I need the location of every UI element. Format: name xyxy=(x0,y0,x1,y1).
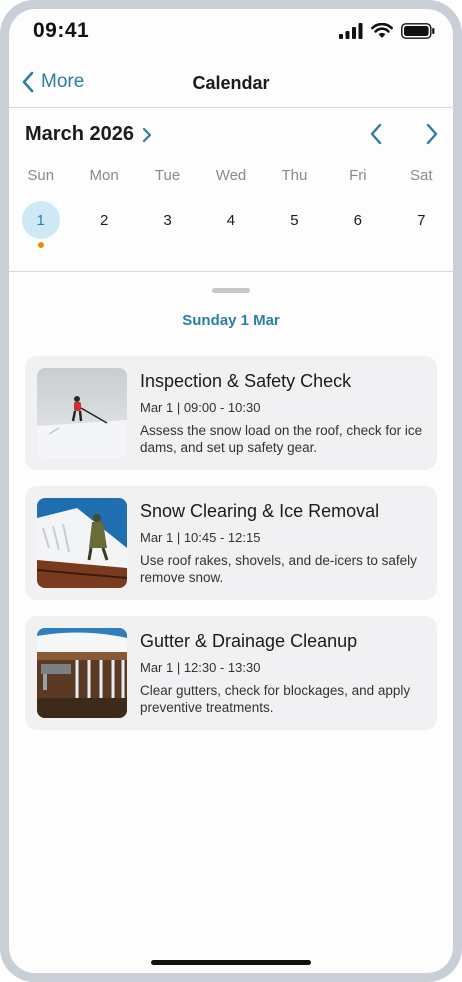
chevron-left-icon xyxy=(370,123,382,145)
cellular-signal-icon xyxy=(339,23,363,39)
date-button[interactable]: 6 xyxy=(339,201,377,239)
battery-icon xyxy=(401,23,435,39)
screen: 09:41 More Calendar March 2026 Sun Mon T… xyxy=(9,9,453,973)
calendar-divider xyxy=(9,271,453,272)
day-cell: 5 xyxy=(263,201,326,248)
event-card[interactable]: Snow Clearing & Ice Removal Mar 1 | 10:4… xyxy=(25,486,437,600)
device-frame: 09:41 More Calendar March 2026 Sun Mon T… xyxy=(0,0,462,982)
next-week-button[interactable] xyxy=(425,123,439,150)
day-cell: 6 xyxy=(326,201,389,248)
status-icons xyxy=(339,23,435,39)
selected-day-title: Sunday 1 Mar xyxy=(182,312,280,329)
weekday-label: Fri xyxy=(349,167,367,184)
weekday-label: Sun xyxy=(27,167,55,184)
event-title: Snow Clearing & Ice Removal xyxy=(140,501,380,521)
previous-week-button[interactable] xyxy=(369,123,383,150)
page-title: Calendar xyxy=(192,73,270,93)
event-thumbnail-snow-clearing xyxy=(37,498,127,588)
month-label: March 2026 xyxy=(25,123,134,145)
day-cell: 4 xyxy=(199,201,262,248)
date-row: 1 2 3 4 5 6 7 xyxy=(9,201,453,248)
day-cell: 3 xyxy=(136,201,199,248)
wifi-icon xyxy=(371,23,393,38)
weekday-label: Tue xyxy=(154,167,181,184)
event-list: Inspection & Safety Check Mar 1 | 09:00 … xyxy=(25,356,437,746)
event-description: Clear gutters, check for blockages, and … xyxy=(140,683,411,715)
event-indicator-dot xyxy=(37,242,44,248)
date-button[interactable]: 4 xyxy=(212,201,250,239)
event-thumbnail-snow-inspection xyxy=(37,368,127,458)
event-time: Mar 1 | 10:45 - 12:15 xyxy=(140,530,261,545)
day-cell: 7 xyxy=(390,201,453,248)
event-title: Inspection & Safety Check xyxy=(140,371,352,391)
weekday-label: Wed xyxy=(215,167,247,184)
sheet-grabber-handle[interactable] xyxy=(212,288,250,293)
month-picker-button[interactable]: March 2026 xyxy=(25,123,152,146)
home-indicator[interactable] xyxy=(151,960,311,965)
date-button[interactable]: 3 xyxy=(149,201,187,239)
event-card[interactable]: Inspection & Safety Check Mar 1 | 09:00 … xyxy=(25,356,437,470)
chevron-right-icon xyxy=(426,123,438,145)
event-time: Mar 1 | 09:00 - 10:30 xyxy=(140,400,261,415)
event-title: Gutter & Drainage Cleanup xyxy=(140,631,358,651)
weekday-label: Mon xyxy=(89,167,119,184)
chevron-right-icon xyxy=(142,127,152,142)
event-card[interactable]: Gutter & Drainage Cleanup Mar 1 | 12:30 … xyxy=(25,616,437,730)
date-button[interactable]: 7 xyxy=(402,201,440,239)
day-cell: 1 xyxy=(9,201,72,248)
month-header: March 2026 xyxy=(9,121,453,153)
event-time: Mar 1 | 12:30 - 13:30 xyxy=(140,660,261,675)
weekday-label: Sat xyxy=(409,167,433,184)
week-navigation xyxy=(369,123,439,150)
status-bar: 09:41 xyxy=(9,9,453,55)
event-thumbnail-gutter-icicles xyxy=(37,628,127,718)
date-button-selected[interactable]: 1 xyxy=(21,201,60,239)
weekday-label: Thu xyxy=(281,167,308,184)
event-description: Assess the snow load on the roof, check … xyxy=(140,423,423,455)
day-cell: 2 xyxy=(72,201,135,248)
status-time: 09:41 xyxy=(33,19,90,42)
weekday-row: Sun Mon Tue Wed Thu Fri Sat xyxy=(9,167,453,187)
date-button[interactable]: 5 xyxy=(275,201,313,239)
navigation-bar: More Calendar xyxy=(9,67,453,107)
event-description: Use roof rakes, shovels, and de-icers to… xyxy=(140,553,417,585)
date-button[interactable]: 2 xyxy=(85,201,123,239)
week-strip: Sun Mon Tue Wed Thu Fri Sat 1 2 3 4 5 6 … xyxy=(9,167,453,248)
nav-divider xyxy=(9,107,453,108)
